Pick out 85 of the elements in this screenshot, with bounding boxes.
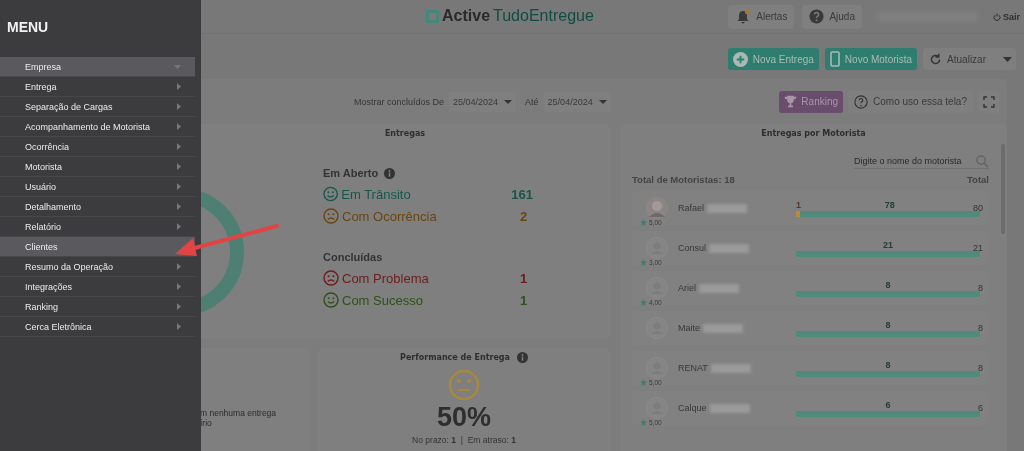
phone-icon [829, 51, 840, 67]
driver-total: 21 [973, 243, 983, 253]
chevron-icon [177, 143, 181, 150]
chevron-icon [177, 323, 181, 330]
logo-icon [426, 9, 439, 23]
search-field[interactable]: Digite o nome do motorista [854, 154, 989, 169]
filter-label: Mostrar concluídos De [354, 96, 445, 107]
redacted-name [707, 203, 747, 213]
performance-summary: No prazo: 1 | Em atraso: 1 [412, 435, 516, 445]
status-count: 161 [511, 186, 533, 202]
status-count: 1 [520, 270, 528, 286]
help-icon [809, 9, 825, 24]
status-count: 2 [520, 208, 528, 224]
power-icon [993, 12, 1001, 21]
status-count: 1 [520, 292, 528, 308]
search-icon [976, 154, 989, 168]
chevron-icon [177, 283, 181, 290]
chevron-icon [177, 103, 181, 110]
caret-icon [598, 99, 607, 104]
bar-value: 6 [885, 399, 891, 410]
trophy-icon [784, 95, 798, 108]
driver-name: Rafael [678, 203, 704, 213]
driver-count: Total de Motoristas: 18 [632, 174, 735, 185]
redacted-name [709, 243, 749, 253]
bar-value: 8 [885, 279, 891, 290]
notice-text: m nenhuma entrega [200, 408, 278, 418]
driver-name: Ariel [678, 283, 696, 293]
driver-name: Calque [678, 403, 707, 413]
caret-icon [1003, 56, 1012, 62]
chevron-icon [177, 163, 181, 170]
star-icon [640, 259, 647, 266]
group-title: Concluídas [323, 251, 383, 263]
chevron-icon [177, 223, 181, 230]
driver-total: 8 [978, 283, 983, 293]
driver-total: 8 [978, 363, 983, 373]
redacted-name [709, 403, 750, 413]
filter-label: Até [525, 96, 539, 107]
redacted-name [703, 323, 743, 333]
question-circle-icon [854, 94, 869, 109]
chevron-icon [177, 303, 181, 310]
info-icon [384, 167, 396, 179]
chevron-icon [177, 203, 181, 210]
star-icon [640, 379, 647, 386]
driver-name: Consul [678, 243, 706, 253]
status-label: Em Trânsito [341, 186, 412, 202]
card-title: Entregas por Motorista [760, 128, 867, 138]
bar-value: 8 [885, 359, 891, 370]
chevron-icon [177, 123, 181, 130]
star-icon [640, 299, 647, 306]
bar-value: 1 [796, 199, 801, 210]
redacted-name [710, 363, 751, 373]
caret-icon [504, 99, 513, 104]
performance-percent: 50% [436, 401, 491, 433]
menu-item[interactable]: Clientes [0, 237, 195, 257]
plus-circle-icon [732, 51, 748, 67]
menu-title: MENU [6, 18, 50, 37]
driver-total: 8 [978, 323, 983, 333]
chevron-icon [177, 183, 181, 190]
caret-icon [174, 64, 181, 69]
driver-name: RENAT [678, 363, 708, 373]
status-label: Com Ocorrência [342, 208, 438, 224]
bar-value: 8 [885, 319, 891, 330]
status-label: Com Problema [342, 270, 430, 286]
bar-value: 78 [884, 199, 895, 210]
group-title: Em Aberto [323, 167, 379, 179]
logo: Active TudoEntregue [426, 7, 594, 25]
card-title: Entregas [383, 128, 427, 138]
status-label: Com Sucesso [342, 292, 424, 308]
driver-total: 80 [973, 203, 983, 213]
neutral-face-icon [448, 369, 480, 401]
star-icon [640, 219, 647, 226]
chevron-icon [177, 263, 181, 270]
driver-total: 6 [978, 403, 983, 413]
bell-icon [735, 8, 752, 25]
refresh-icon [929, 52, 943, 66]
card-title: Performance de Entrega [400, 353, 510, 362]
redacted-name [699, 283, 739, 293]
chevron-icon [177, 83, 181, 90]
info-icon [517, 352, 528, 363]
fullscreen-icon [982, 95, 995, 108]
column-header: Total [967, 174, 989, 185]
driver-name: Maite [678, 323, 700, 333]
bar-value: 21 [883, 239, 893, 250]
star-icon [640, 419, 647, 426]
menu-item[interactable]: Empresa [0, 57, 195, 77]
